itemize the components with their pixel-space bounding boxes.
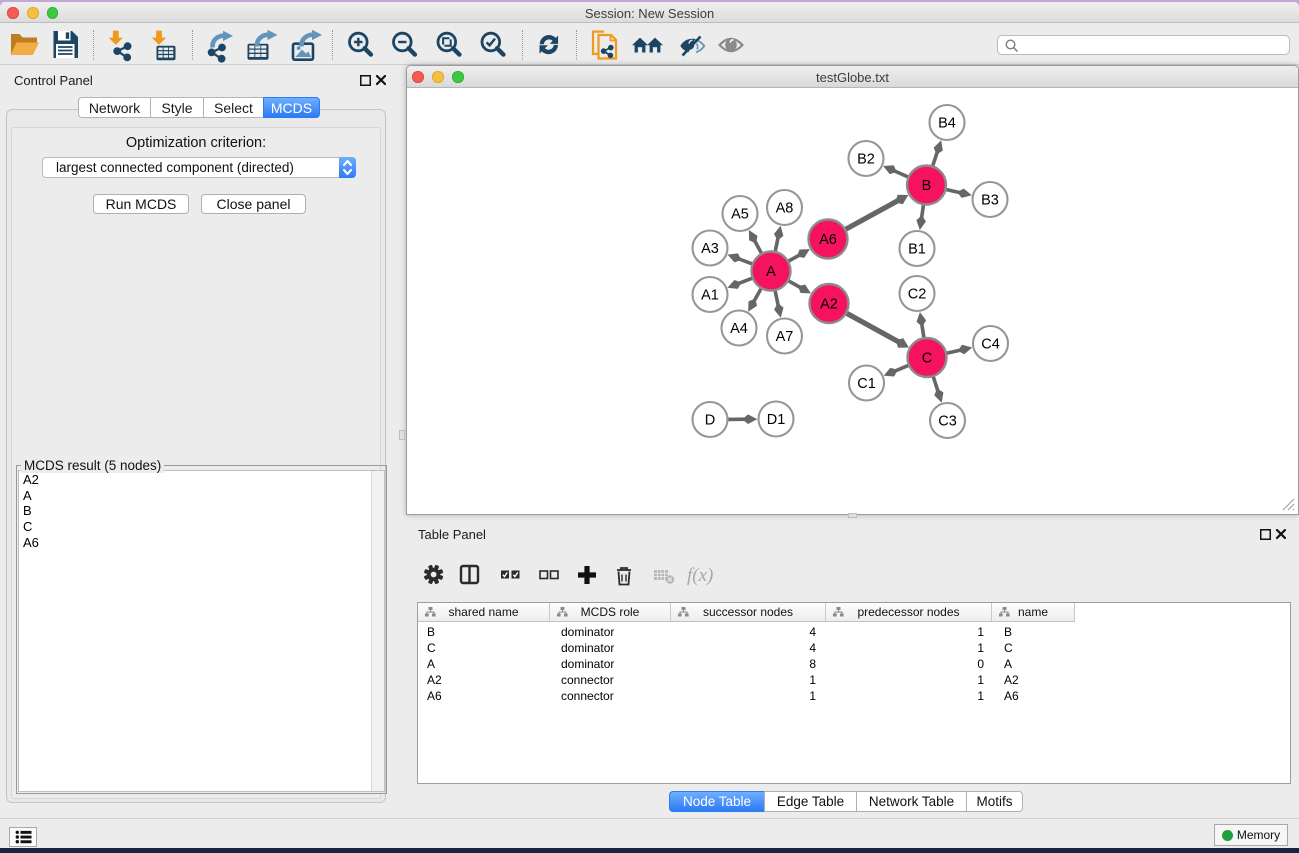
svg-text:B1: B1 xyxy=(908,242,926,258)
svg-text:A2: A2 xyxy=(820,297,838,313)
svg-text:C2: C2 xyxy=(908,287,927,303)
svg-text:C4: C4 xyxy=(981,337,1000,353)
svg-text:A7: A7 xyxy=(776,329,794,345)
svg-text:f(x): f(x) xyxy=(687,565,713,586)
svg-text:A5: A5 xyxy=(731,207,749,223)
svg-text:B3: B3 xyxy=(981,193,999,209)
svg-text:A6: A6 xyxy=(819,232,837,248)
svg-text:D: D xyxy=(705,413,715,429)
svg-text:B4: B4 xyxy=(938,116,956,132)
svg-text:C: C xyxy=(922,351,932,367)
svg-text:D1: D1 xyxy=(767,412,786,428)
svg-text:A3: A3 xyxy=(701,241,719,257)
svg-text:B2: B2 xyxy=(857,152,875,168)
svg-text:A4: A4 xyxy=(730,321,748,337)
svg-text:C3: C3 xyxy=(938,414,957,430)
svg-text:A1: A1 xyxy=(701,288,719,304)
svg-text:A: A xyxy=(766,264,776,280)
svg-text:C1: C1 xyxy=(857,376,876,392)
svg-text:B: B xyxy=(922,178,932,194)
svg-text:A8: A8 xyxy=(776,201,794,217)
